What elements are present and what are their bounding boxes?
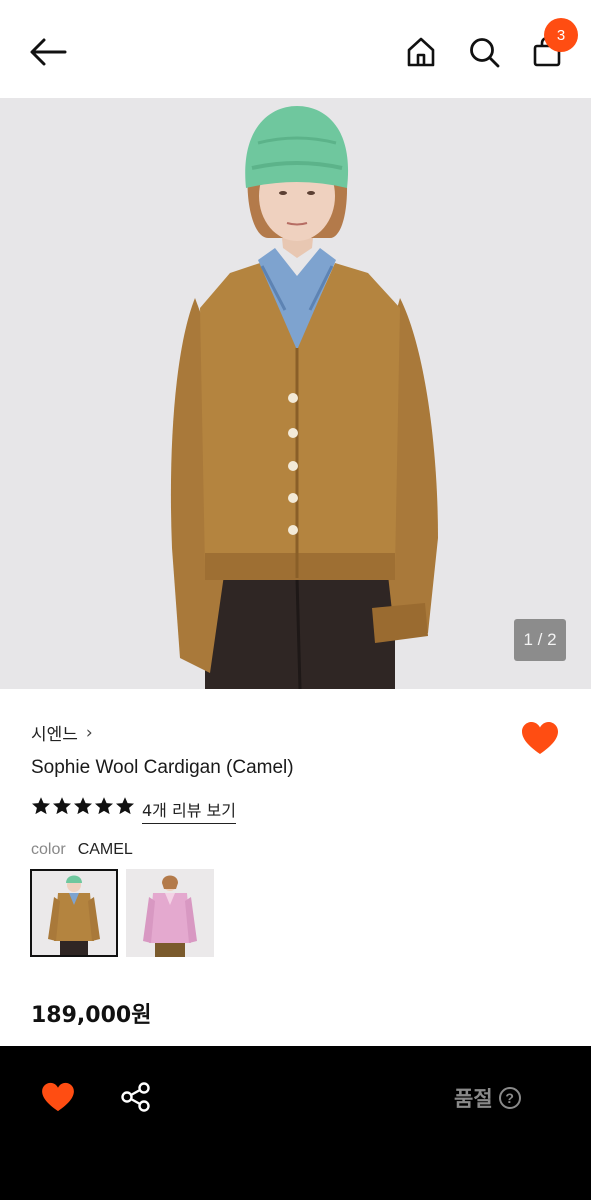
question-icon: ?: [498, 1087, 521, 1109]
product-image-carousel[interactable]: 1 / 2: [0, 98, 591, 689]
swatch-thumbnail: [32, 871, 116, 955]
cart-count-badge: 3: [544, 18, 578, 52]
top-header: 3: [0, 0, 591, 98]
rating-stars: [31, 796, 135, 816]
search-button[interactable]: [462, 30, 506, 74]
like-button[interactable]: [518, 716, 562, 760]
image-page-counter: 1 / 2: [514, 619, 566, 661]
star-icon: [53, 797, 71, 815]
color-swatch-pink[interactable]: [126, 869, 214, 957]
heart-icon: [42, 1082, 74, 1112]
star-icon: [116, 797, 134, 815]
back-button[interactable]: [26, 30, 70, 74]
product-photo: [0, 98, 591, 689]
product-title: Sophie Wool Cardigan (Camel): [31, 757, 294, 778]
color-value: CAMEL: [77, 841, 133, 858]
bottom-like-button[interactable]: [36, 1075, 80, 1119]
sold-out-label: 품절: [454, 1087, 493, 1111]
star-icon: [95, 797, 113, 815]
share-icon: [121, 1082, 150, 1112]
brand-name: 시엔느: [31, 725, 78, 745]
review-link[interactable]: 4개 리뷰 보기: [142, 797, 236, 824]
share-button[interactable]: [114, 1075, 158, 1119]
bottom-action-bar: [0, 1046, 591, 1200]
swatch-thumbnail: [126, 869, 214, 957]
search-icon: [470, 38, 500, 68]
heart-icon: [522, 722, 558, 754]
color-row: color CAMEL: [31, 841, 133, 859]
home-button[interactable]: [399, 30, 443, 74]
brand-link[interactable]: 시엔느 ›: [31, 720, 93, 746]
star-icon: [32, 797, 50, 815]
color-swatch-camel[interactable]: [30, 869, 118, 957]
product-price: 189,000원: [31, 1003, 152, 1028]
sold-out-status[interactable]: 품절 ?: [454, 1083, 521, 1113]
color-label: color: [31, 841, 66, 858]
arrow-left-icon: [30, 38, 67, 66]
home-icon: [407, 37, 435, 67]
star-icon: [74, 797, 92, 815]
chevron-right-icon: ›: [85, 722, 93, 743]
